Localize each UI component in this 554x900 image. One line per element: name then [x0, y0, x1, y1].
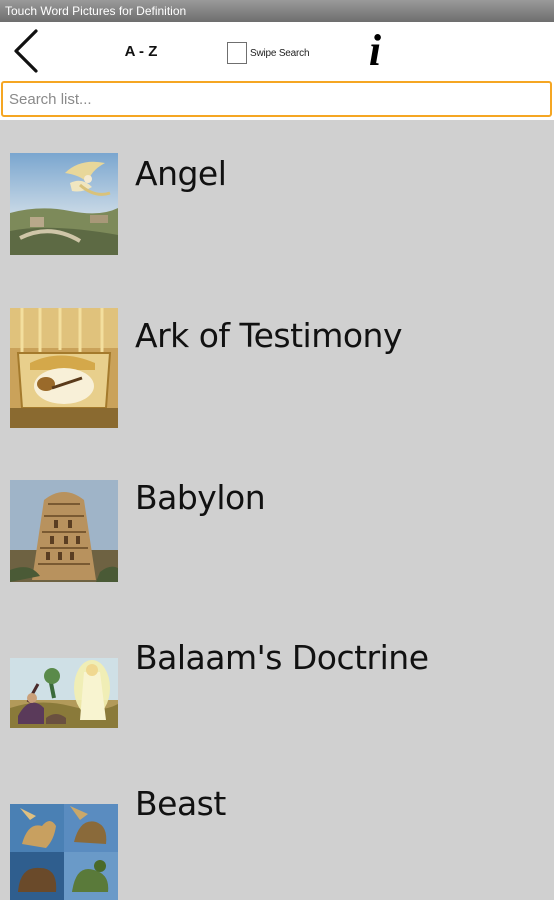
window-title-bar: Touch Word Pictures for Definition: [0, 0, 554, 22]
word-list: Angel Ark of Testimony Babylon Balaam's …: [0, 120, 554, 900]
swipe-search-label: Swipe Search: [250, 47, 310, 59]
list-item-angel[interactable]: Angel: [0, 120, 554, 280]
chevron-left-icon: [14, 29, 38, 73]
search-bar: [0, 80, 554, 120]
list-item-babylon[interactable]: Babylon: [0, 440, 554, 600]
list-item-beast[interactable]: Beast: [0, 760, 554, 900]
babylon-thumbnail: [10, 480, 118, 582]
list-item-label: Beast: [135, 784, 226, 823]
toolbar: A - Z Swipe Search i: [0, 22, 554, 80]
app-window: Touch Word Pictures for Definition A - Z…: [0, 0, 554, 900]
beast-thumbnail: [10, 804, 118, 900]
list-item-ark-of-testimony[interactable]: Ark of Testimony: [0, 280, 554, 440]
sort-az-button[interactable]: A - Z: [115, 40, 167, 64]
search-input[interactable]: [1, 81, 552, 117]
list-item-label: Babylon: [135, 478, 266, 517]
ark-thumbnail: [10, 308, 118, 428]
list-item-label: Angel: [135, 154, 227, 193]
list-item-label: Balaam's Doctrine: [135, 638, 429, 677]
window-title: Touch Word Pictures for Definition: [5, 4, 187, 18]
info-icon: i: [368, 26, 382, 75]
swipe-search-toggle[interactable]: Swipe Search: [227, 40, 310, 66]
swipe-search-checkbox[interactable]: [227, 42, 247, 64]
list-item-balaams-doctrine[interactable]: Balaam's Doctrine: [0, 600, 554, 760]
balaam-thumbnail: [10, 658, 118, 728]
list-item-label: Ark of Testimony: [135, 316, 402, 355]
angel-thumbnail: [10, 153, 118, 255]
info-button[interactable]: i: [360, 26, 390, 76]
back-button[interactable]: [8, 28, 48, 74]
